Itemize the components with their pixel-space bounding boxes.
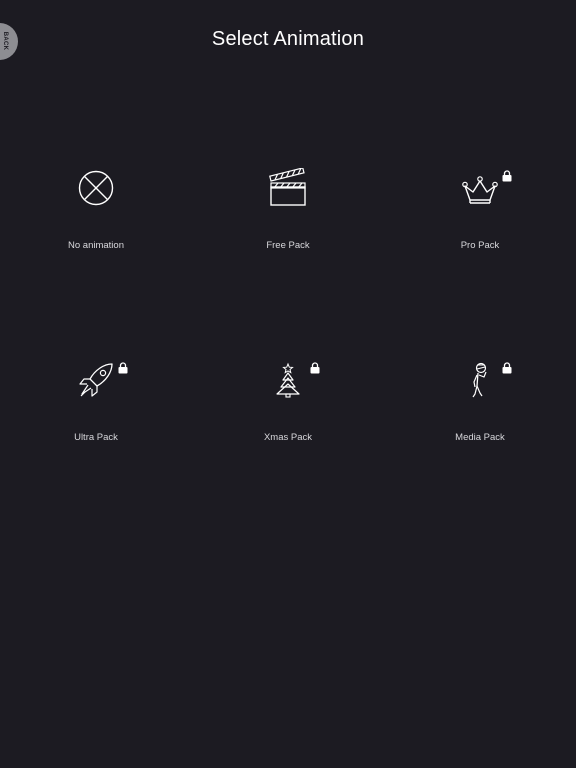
pack-tile-pro[interactable]: Pro Pack	[384, 130, 576, 280]
lock-icon	[502, 362, 512, 374]
clapperboard-icon	[268, 168, 308, 208]
pack-label: Ultra Pack	[74, 432, 118, 443]
pack-label: Free Pack	[266, 240, 310, 251]
crown-icon	[460, 168, 500, 208]
pack-label: Pro Pack	[460, 240, 500, 251]
pack-label: No animation	[68, 240, 124, 251]
pack-label: Xmas Pack	[263, 432, 313, 443]
lock-icon	[310, 362, 320, 374]
pack-tile-xmas[interactable]: Xmas Pack	[192, 322, 384, 472]
christmas-tree-icon	[268, 360, 308, 400]
lock-icon	[502, 170, 512, 182]
pack-label: Media Pack	[455, 432, 505, 443]
rocket-icon	[76, 360, 116, 400]
no-animation-icon	[76, 168, 116, 208]
page-title: Select Animation	[211, 28, 365, 50]
stick-figure-icon	[460, 360, 500, 400]
pack-tile-free[interactable]: Free Pack	[192, 130, 384, 280]
select-animation-screen: BACK Select Animation No animation Free …	[0, 0, 576, 768]
lock-icon	[118, 362, 128, 374]
pack-tile-media[interactable]: Media Pack	[384, 322, 576, 472]
pack-tile-no-animation[interactable]: No animation	[0, 130, 192, 280]
pack-tile-ultra[interactable]: Ultra Pack	[0, 322, 192, 472]
